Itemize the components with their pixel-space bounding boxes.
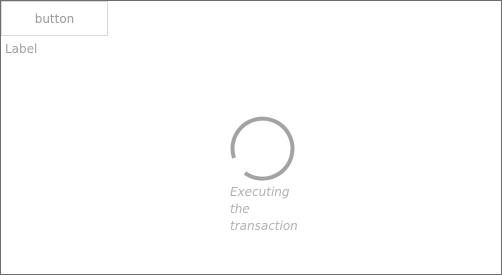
- loading-status-text: Executing the transaction: [230, 185, 298, 233]
- field-label: Label: [5, 42, 38, 56]
- spinner-arc: [230, 116, 295, 181]
- app-window: button Label Executing the transaction: [0, 0, 502, 275]
- action-button[interactable]: button: [1, 1, 108, 36]
- loading-spinner-icon: [230, 116, 295, 181]
